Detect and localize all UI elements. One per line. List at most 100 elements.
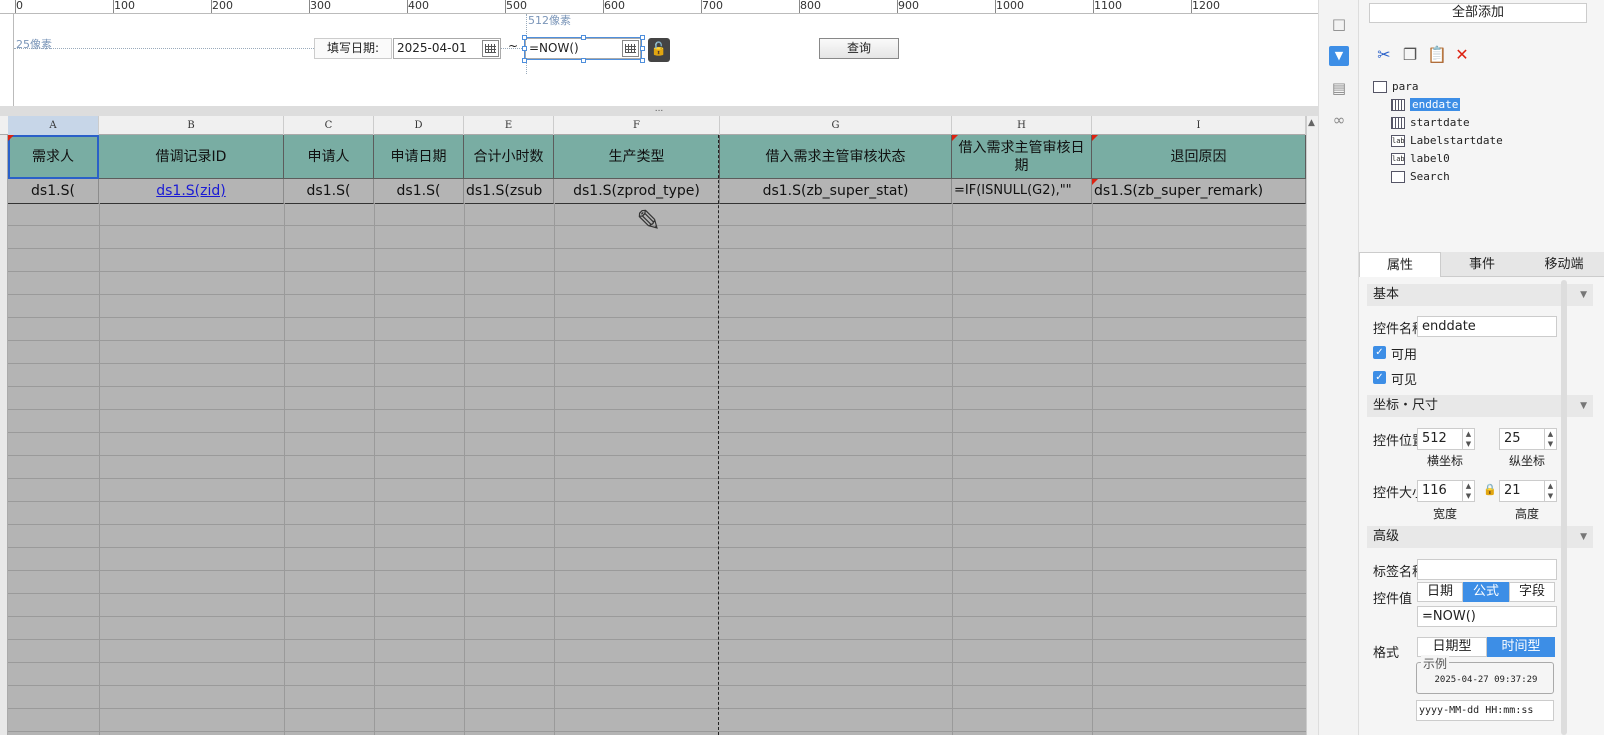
header-cell[interactable]: 借入需求主管审核状态 xyxy=(720,135,952,179)
spreadsheet-grid[interactable]: A B C D E F G H I 需求人 借调记录ID 申请人 申请日期 合计… xyxy=(0,116,1318,735)
header-cell[interactable]: 合计小时数 xyxy=(464,135,554,179)
data-cell[interactable]: ds1.S( xyxy=(374,179,464,204)
resize-handle[interactable] xyxy=(522,58,527,63)
value-mode-date[interactable]: 日期 xyxy=(1417,582,1463,602)
start-date-input[interactable]: 2025-04-01 xyxy=(393,38,501,59)
aspect-lock-icon[interactable]: 🔒 xyxy=(1483,483,1497,496)
column-letter[interactable]: H xyxy=(952,116,1092,135)
resize-handle[interactable] xyxy=(640,35,645,40)
control-name-input[interactable]: enddate xyxy=(1417,316,1557,337)
stepper-arrows-icon[interactable]: ▲ ▼ xyxy=(1544,429,1556,449)
ruler-label: 500 xyxy=(506,0,527,12)
header-cell[interactable]: 借调记录ID xyxy=(99,135,284,179)
header-cell[interactable]: 生产类型 xyxy=(554,135,720,179)
stepper-arrows-icon[interactable]: ▲ ▼ xyxy=(1462,481,1474,501)
ruler-label: 0 xyxy=(16,0,23,12)
stepper-arrows-icon[interactable]: ▲ ▼ xyxy=(1544,481,1556,501)
dropdown-control-icon[interactable]: ▼ xyxy=(1329,46,1349,66)
link-icon[interactable]: ∞ xyxy=(1329,110,1349,130)
example-legend: 示例 xyxy=(1421,655,1450,672)
column-letter[interactable]: B xyxy=(99,116,284,135)
column-letter[interactable]: C xyxy=(284,116,374,135)
value-mode-field[interactable]: 字段 xyxy=(1509,582,1555,602)
header-cell[interactable]: 借入需求主管审核日期 xyxy=(952,135,1092,179)
column-letter[interactable]: F xyxy=(554,116,720,135)
data-cell[interactable]: ds1.S(zprod_type) xyxy=(554,179,720,204)
resize-handle[interactable] xyxy=(581,58,586,63)
add-all-button[interactable]: 全部添加 xyxy=(1369,3,1587,23)
data-cell[interactable]: ds1.S(zb_super_stat) xyxy=(720,179,952,204)
control-tree[interactable]: para enddate startdate lab Labelstartdate… xyxy=(1373,78,1593,186)
tree-item-startdate[interactable]: startdate xyxy=(1373,114,1593,132)
tab-mobile[interactable]: 移动端 xyxy=(1523,252,1604,277)
header-cell[interactable]: 需求人 xyxy=(8,135,99,179)
tag-name-input[interactable] xyxy=(1417,559,1557,580)
formula-input[interactable]: =NOW() xyxy=(1417,606,1557,627)
tab-properties[interactable]: 属性 xyxy=(1359,252,1441,277)
scroll-up-icon[interactable]: ▲ xyxy=(1308,118,1315,128)
tree-item-para[interactable]: para xyxy=(1373,78,1593,96)
header-cell[interactable]: 申请人 xyxy=(284,135,374,179)
unlock-icon[interactable]: 🔓 xyxy=(648,38,670,62)
column-letter[interactable]: E xyxy=(464,116,554,135)
section-position-size[interactable]: 坐标・尺寸 ▼ xyxy=(1367,395,1593,417)
column-letter[interactable]: A xyxy=(8,116,99,135)
data-cell[interactable]: ds1.S( xyxy=(8,179,99,204)
tree-item-label0[interactable]: lab label0 xyxy=(1373,150,1593,168)
x-caption: 横坐标 xyxy=(1426,454,1463,468)
section-advanced[interactable]: 高级 ▼ xyxy=(1367,526,1593,548)
panel-scrollbar[interactable] xyxy=(1561,280,1567,735)
properties-panel: 全部添加 ✂ ❐ 📋 ✕ para enddate startdate lab L… xyxy=(1358,0,1604,735)
enabled-checkbox[interactable]: ✓ xyxy=(1373,346,1386,359)
format-time-type[interactable]: 时间型 xyxy=(1487,637,1555,657)
tree-item-enddate[interactable]: enddate xyxy=(1373,96,1593,114)
resize-handle[interactable] xyxy=(581,35,586,40)
header-cell[interactable]: 申请日期 xyxy=(374,135,464,179)
property-tabs: 属性 事件 移动端 xyxy=(1359,252,1604,277)
copy-icon[interactable]: ❐ xyxy=(1401,46,1419,64)
label-icon: lab xyxy=(1391,135,1405,147)
data-cell[interactable]: ds1.S(zb_super_remark) xyxy=(1092,179,1306,204)
ruler-label: 100 xyxy=(114,0,135,12)
paste-icon[interactable]: 📋 xyxy=(1427,46,1447,64)
column-letter[interactable]: G xyxy=(720,116,952,135)
y-coordinate-stepper[interactable]: 25 ▲ ▼ xyxy=(1499,428,1557,450)
date-label-control[interactable]: 填写日期: xyxy=(314,38,392,59)
resize-handle[interactable] xyxy=(640,58,645,63)
tab-events[interactable]: 事件 xyxy=(1441,252,1523,277)
panel-splitter[interactable]: ... xyxy=(0,105,1318,116)
visible-checkbox[interactable]: ✓ xyxy=(1373,371,1386,384)
header-cell[interactable]: 退回原因 xyxy=(1092,135,1306,179)
x-coordinate-stepper[interactable]: 512 ▲ ▼ xyxy=(1417,428,1475,450)
tree-item-labelstartdate[interactable]: lab Labelstartdate xyxy=(1373,132,1593,150)
data-cell-link[interactable]: ds1.S(zid) xyxy=(99,179,284,204)
data-cell[interactable]: =IF(ISNULL(G2),"" xyxy=(952,179,1092,204)
chevron-down-icon: ▼ xyxy=(1580,401,1587,411)
delete-icon[interactable]: ✕ xyxy=(1453,46,1471,64)
layers-icon[interactable]: ▤ xyxy=(1329,78,1349,98)
cut-icon[interactable]: ✂ xyxy=(1375,46,1393,64)
data-cell[interactable]: ds1.S( xyxy=(284,179,374,204)
resize-handle[interactable] xyxy=(522,35,527,40)
height-stepper[interactable]: 21 ▲ ▼ xyxy=(1499,480,1557,502)
format-pattern-input[interactable]: yyyy-MM-dd HH:mm:ss xyxy=(1416,700,1554,721)
empty-rows[interactable] xyxy=(8,203,1306,735)
width-stepper[interactable]: 116 ▲ ▼ xyxy=(1417,480,1475,502)
resize-handle[interactable] xyxy=(522,46,527,51)
ruler-label: 1200 xyxy=(1192,0,1220,12)
query-button[interactable]: 查询 xyxy=(819,38,899,59)
stepper-arrows-icon[interactable]: ▲ ▼ xyxy=(1462,429,1474,449)
value-mode-formula[interactable]: 公式 xyxy=(1463,582,1509,602)
format-date-type[interactable]: 日期型 xyxy=(1417,637,1487,657)
ruler-label: 700 xyxy=(702,0,723,12)
visible-label: 可见 xyxy=(1391,373,1418,388)
section-basic[interactable]: 基本 ▼ xyxy=(1367,284,1593,306)
calendar-icon[interactable] xyxy=(482,40,499,57)
tree-item-search[interactable]: Search xyxy=(1373,168,1593,186)
vertical-scrollbar[interactable]: ▲ xyxy=(1306,116,1318,735)
column-letter[interactable]: I xyxy=(1092,116,1306,135)
frame-icon[interactable]: □ xyxy=(1329,14,1349,34)
resize-handle[interactable] xyxy=(640,46,645,51)
column-letter[interactable]: D xyxy=(374,116,464,135)
data-cell[interactable]: ds1.S(zsub xyxy=(464,179,554,204)
